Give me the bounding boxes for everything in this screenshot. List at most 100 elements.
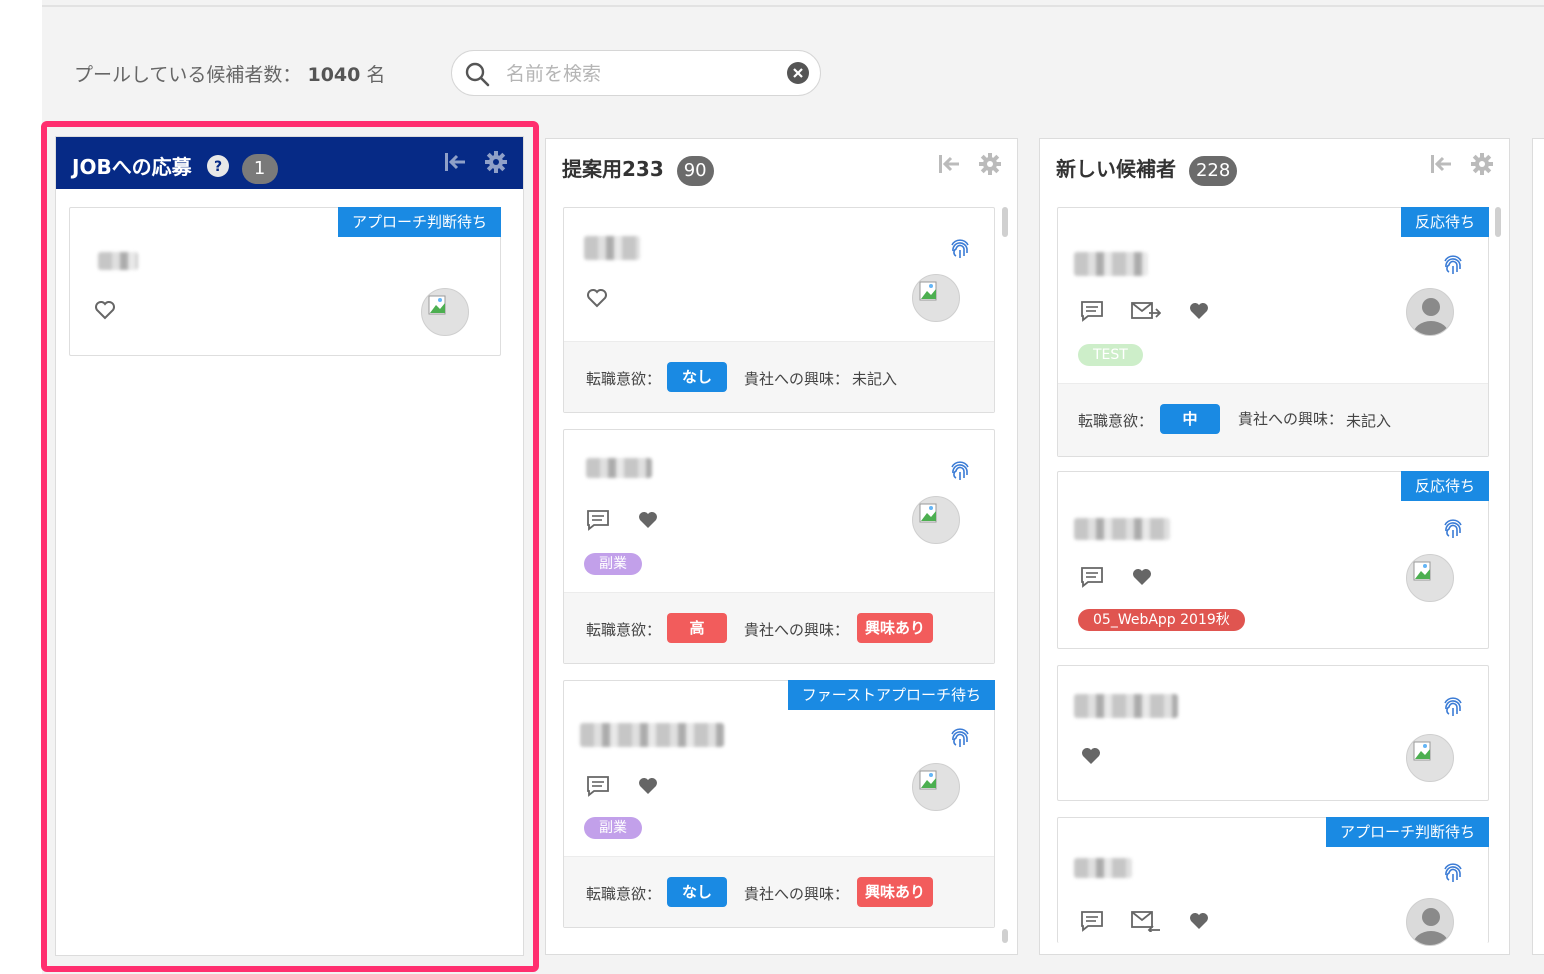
broken-image-icon: [1413, 561, 1433, 585]
broken-image-icon: [1413, 741, 1433, 765]
heart-outline-icon[interactable]: [586, 288, 608, 312]
pool-count: プールしている候補者数： 1040 名: [74, 60, 385, 87]
heart-filled-icon[interactable]: [1131, 567, 1153, 591]
avatar-placeholder: [1406, 898, 1454, 946]
search-box: [451, 50, 821, 96]
fingerprint-icon: [947, 236, 973, 266]
column-header: 新しい候補者 228: [1040, 139, 1509, 191]
user-silhouette-icon: [1413, 908, 1449, 945]
interest-chip: 興味あり: [857, 877, 934, 907]
desire-chip: なし: [667, 877, 727, 907]
avatar: [912, 763, 960, 811]
candidate-name-blurred: [1074, 858, 1132, 878]
heart-filled-icon[interactable]: [637, 776, 659, 800]
interest-value: 未記入: [1346, 412, 1392, 430]
search-icon[interactable]: [464, 61, 490, 91]
heart-filled-icon[interactable]: [1188, 301, 1210, 325]
desire-label: 転職意欲：: [586, 885, 662, 903]
tag-pill: TEST: [1078, 344, 1143, 366]
desire-label: 転職意欲：: [586, 621, 662, 639]
column-new-candidates: 新しい候補者 228 反応待ち TEST 転職意欲： 中 貴社への興味： 未記入…: [1039, 138, 1510, 955]
heart-filled-icon[interactable]: [1080, 746, 1102, 770]
fingerprint-icon: [947, 458, 973, 488]
scrollbar[interactable]: [1002, 207, 1008, 237]
desire-chip: 高: [667, 613, 727, 643]
desire-label: 転職意欲：: [586, 370, 662, 388]
candidate-card[interactable]: [1057, 665, 1489, 801]
candidate-name-blurred: [586, 458, 652, 478]
heart-filled-icon[interactable]: [637, 510, 659, 534]
avatar: [1406, 734, 1454, 782]
scrollbar-track-end: [1002, 929, 1008, 943]
card-footer: 転職意欲： 高 貴社への興味： 興味あり: [564, 592, 994, 663]
fingerprint-icon: [1440, 252, 1466, 282]
card-actions: [1080, 910, 1232, 936]
card-actions: [586, 288, 630, 312]
candidate-card[interactable]: 反応待ち 05_WebApp 2019秋: [1057, 471, 1489, 649]
mail-reply-icon[interactable]: [1131, 910, 1161, 936]
gear-icon[interactable]: [979, 153, 1001, 179]
broken-image-icon: [919, 281, 939, 305]
comment-icon[interactable]: [1080, 910, 1104, 936]
card-actions: [1080, 746, 1124, 770]
comment-icon[interactable]: [586, 509, 610, 535]
card-actions: [586, 775, 681, 801]
pool-count-number: 1040: [307, 64, 361, 86]
candidate-name-blurred: [580, 723, 724, 747]
desire-label: 転職意欲：: [1078, 412, 1154, 430]
column-header: 提案用233 90: [546, 139, 1017, 191]
comment-icon[interactable]: [1080, 300, 1104, 326]
candidate-card[interactable]: アプローチ判断待ち: [1057, 817, 1489, 946]
desire-chip: なし: [667, 362, 727, 392]
card-footer: 転職意欲： 中 貴社への興味： 未記入: [1058, 383, 1488, 456]
candidate-name-blurred: [1074, 694, 1178, 718]
status-tag: 反応待ち: [1400, 471, 1489, 501]
interest-chip: 興味あり: [857, 613, 934, 643]
collapse-icon[interactable]: [938, 154, 960, 178]
fingerprint-icon: [1440, 516, 1466, 546]
column-title: 新しい候補者 228: [1056, 153, 1238, 186]
candidate-card[interactable]: 副業 転職意欲： 高 貴社への興味： 興味あり: [563, 429, 995, 664]
candidate-name-blurred: [1074, 518, 1170, 540]
pool-count-label: プールしている候補者数：: [74, 64, 302, 86]
broken-image-icon: [919, 503, 939, 527]
collapse-icon[interactable]: [1430, 154, 1452, 178]
candidate-card[interactable]: 反応待ち TEST 転職意欲： 中 貴社への興味： 未記入: [1057, 207, 1489, 457]
column-title-text: 提案用233: [562, 157, 664, 181]
avatar: [912, 496, 960, 544]
column-title: 提案用233 90: [562, 153, 714, 186]
column-header-actions: [1416, 153, 1493, 179]
gear-icon[interactable]: [1471, 153, 1493, 179]
comment-icon[interactable]: [586, 775, 610, 801]
candidate-card[interactable]: 転職意欲： なし 貴社への興味： 未記入: [563, 207, 995, 413]
search-input[interactable]: [504, 59, 768, 89]
card-actions: [1080, 300, 1232, 326]
interest-label: 貴社への興味：: [744, 621, 850, 639]
interest-label: 貴社への興味：: [744, 885, 850, 903]
heart-filled-icon[interactable]: [1188, 911, 1210, 935]
column-next-partial: [1532, 138, 1544, 955]
pool-count-unit: 名: [366, 64, 386, 86]
fingerprint-icon: [947, 725, 973, 755]
tag-pill: 副業: [584, 817, 642, 839]
comment-icon[interactable]: [1080, 566, 1104, 592]
column-header-actions: [924, 153, 1001, 179]
card-actions: [1080, 566, 1175, 592]
count-badge: 90: [676, 155, 714, 186]
avatar-placeholder: [1406, 288, 1454, 336]
count-badge: 228: [1188, 155, 1238, 186]
interest-label: 貴社への興味：: [744, 370, 850, 388]
status-tag: アプローチ判断待ち: [1325, 817, 1489, 847]
highlight-frame: [41, 121, 539, 972]
card-actions: [586, 509, 681, 535]
mail-sent-icon[interactable]: [1131, 301, 1162, 325]
desire-chip: 中: [1160, 404, 1220, 434]
fingerprint-icon: [1440, 860, 1466, 890]
clear-search-icon[interactable]: [786, 61, 810, 89]
user-silhouette-icon: [1413, 298, 1449, 335]
candidate-card[interactable]: ファーストアプローチ待ち 副業 転職意欲： なし 貴社への興味： 興味あり: [563, 680, 995, 928]
fingerprint-icon: [1440, 694, 1466, 724]
scrollbar[interactable]: [1495, 207, 1501, 237]
card-footer: 転職意欲： なし 貴社への興味： 未記入: [564, 341, 994, 412]
column-title-text: 新しい候補者: [1056, 157, 1176, 181]
